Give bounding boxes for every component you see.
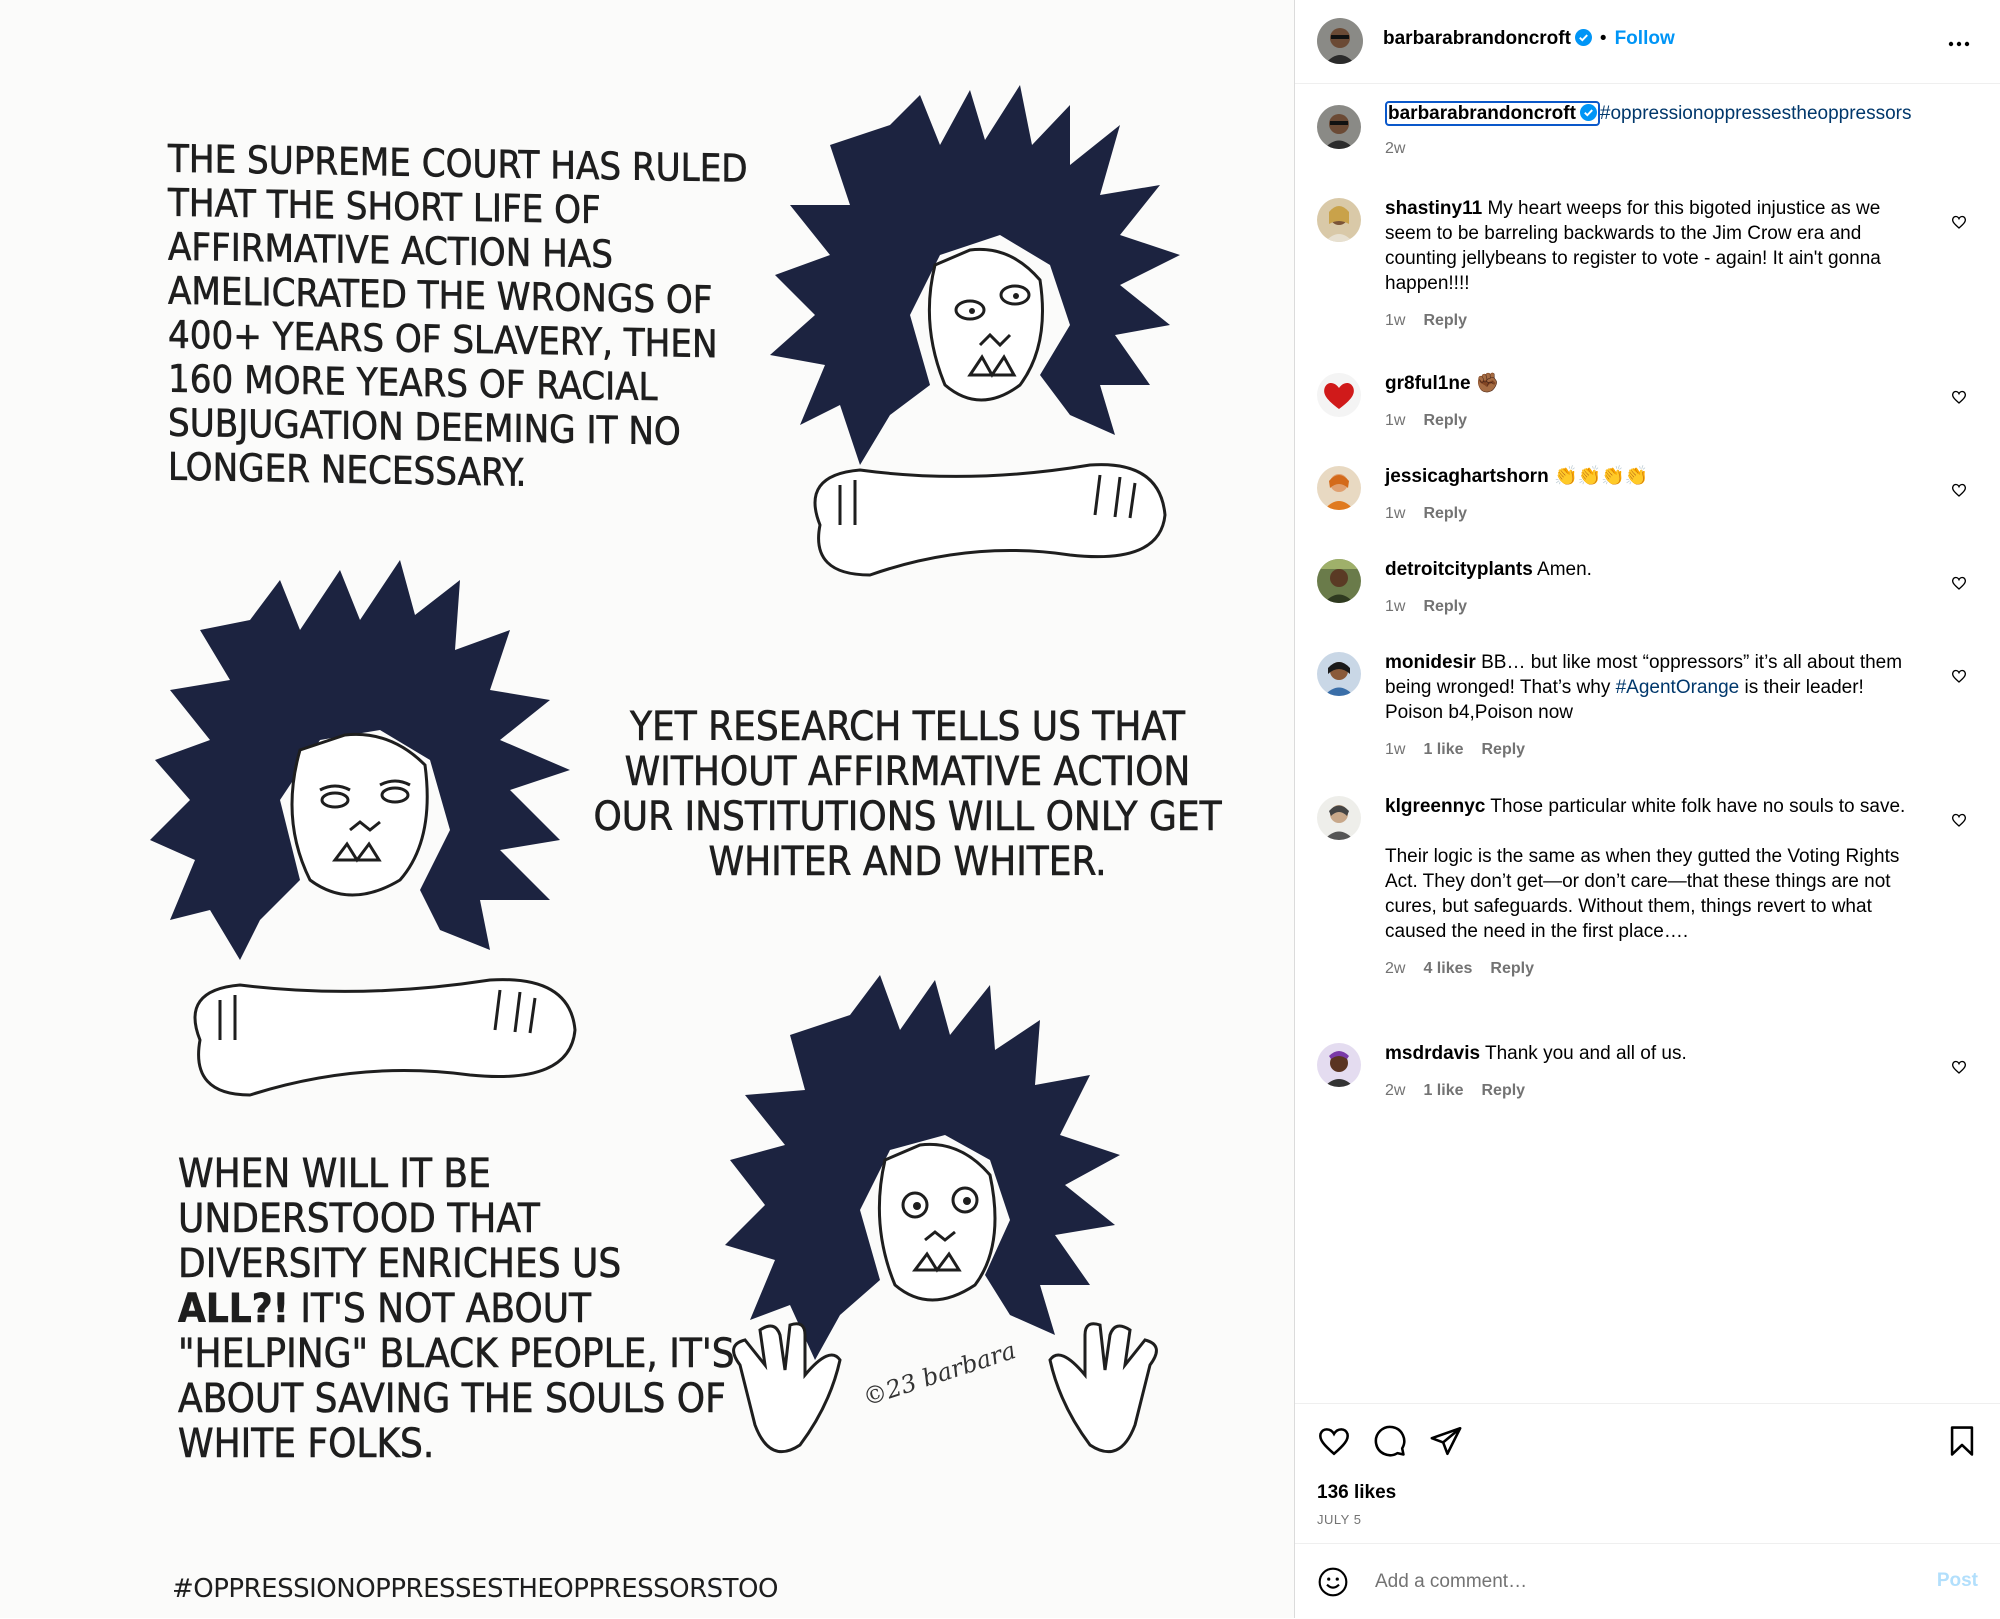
save-bookmark-icon[interactable] [1945,1424,1979,1458]
comment-hashtag-link[interactable]: #AgentOrange [1616,677,1740,698]
caption-hashtag-link[interactable]: #oppressionoppressestheoppressors [1600,103,1912,124]
commenter-avatar[interactable] [1317,198,1361,242]
comment-text: Those particular white folk have no soul… [1490,796,1906,817]
follow-button[interactable]: Follow [1615,28,1675,49]
commenter-username[interactable]: msdrdavis [1385,1043,1480,1064]
comment-text: 👏👏👏👏 [1553,466,1649,487]
like-comment-heart-icon[interactable] [1951,214,1967,230]
commenter-avatar[interactable] [1317,373,1361,417]
reply-button[interactable]: Reply [1481,1082,1525,1099]
comic-panel-1-text: The Supreme Court has ruled that the sho… [168,136,748,495]
comic-hashtag: #OPPRESSIONOPPRESSESTHEOPPRESSORSTOO [172,1574,778,1604]
cartoon-character-palms-out [720,975,1170,1495]
comment-text-paragraph: Their logic is the same as when they gut… [1385,846,1900,942]
emoji-smiley-icon[interactable] [1317,1566,1349,1598]
comment-time: 1w [1385,598,1406,615]
comic-panel-2-text: Yet research tells us that without affir… [593,704,1222,885]
more-options-icon[interactable] [1947,32,1971,56]
reply-button[interactable]: Reply [1490,960,1534,977]
comments-list[interactable]: barbarabrandoncroft #oppressionoppressest… [1295,83,2000,1403]
commenter-avatar[interactable] [1317,796,1361,840]
post-date[interactable]: JULY 5 [1317,1512,1361,1527]
comment-time: 1w [1385,412,1406,429]
cartoon-character-arms-crossed-top [770,85,1210,605]
header-user-line: barbarabrandoncroft • Follow [1383,28,1675,50]
comment-likes[interactable]: 4 likes [1423,960,1472,977]
comment-time: 2w [1385,960,1406,977]
author-username[interactable]: barbarabrandoncroft [1383,28,1571,49]
cartoon-character-arms-crossed-middle [150,560,610,1120]
like-comment-heart-icon[interactable] [1951,575,1967,591]
caption-author-avatar[interactable] [1317,105,1361,149]
comment-time: 1w [1385,741,1406,758]
separator-dot: • [1599,28,1607,49]
commenter-username[interactable]: monidesir [1385,652,1476,673]
comment-input[interactable] [1373,1564,1897,1600]
commenter-avatar[interactable] [1317,559,1361,603]
like-comment-heart-icon[interactable] [1951,668,1967,684]
verified-badge-icon [1579,104,1597,121]
like-comment-heart-icon[interactable] [1951,482,1967,498]
commenter-username[interactable]: detroitcityplants [1385,559,1533,580]
reply-button[interactable]: Reply [1481,741,1525,758]
comment-time: 1w [1385,505,1406,522]
comment-bubble-icon[interactable] [1373,1424,1407,1458]
post-action-bar: 136 likes JULY 5 [1295,1403,2000,1544]
instagram-post-view: The Supreme Court has ruled that the sho… [0,0,2000,1618]
commenter-username[interactable]: shastiny11 [1385,198,1482,219]
like-comment-heart-icon[interactable] [1951,389,1967,405]
comment-likes[interactable]: 1 like [1423,741,1463,758]
author-avatar[interactable] [1317,18,1363,64]
like-comment-heart-icon[interactable] [1951,812,1967,828]
reply-button[interactable]: Reply [1423,312,1467,329]
commenter-avatar[interactable] [1317,1043,1361,1087]
commenter-username[interactable]: klgreennyc [1385,796,1485,817]
reply-button[interactable]: Reply [1423,598,1467,615]
comment-likes[interactable]: 1 like [1423,1082,1463,1099]
comment-text: Thank you and all of us. [1484,1043,1687,1064]
post-image[interactable]: The Supreme Court has ruled that the sho… [0,0,1295,1618]
share-paper-plane-icon[interactable] [1429,1424,1463,1458]
post-sidebar: barbarabrandoncroft • Follow barbarabrando… [1295,0,2000,1618]
caption-time: 2w [1385,140,1406,157]
caption-username-focused[interactable]: barbarabrandoncroft [1385,101,1600,126]
like-heart-icon[interactable] [1317,1424,1351,1458]
comment-time: 2w [1385,1082,1406,1099]
post-header: barbarabrandoncroft • Follow [1295,0,2000,84]
comment-text: Amen. [1537,559,1592,580]
commenter-avatar[interactable] [1317,652,1361,696]
like-comment-heart-icon[interactable] [1951,1059,1967,1075]
add-comment-bar: Post [1295,1543,2000,1619]
comment-text: ✊🏾 [1475,373,1500,394]
reply-button[interactable]: Reply [1423,505,1467,522]
reply-button[interactable]: Reply [1423,412,1467,429]
comment-time: 1w [1385,312,1406,329]
commenter-username[interactable]: gr8ful1ne [1385,373,1471,394]
post-comment-button[interactable]: Post [1937,1570,1978,1592]
verified-badge-icon [1574,29,1592,46]
likes-count[interactable]: 136 likes [1317,1482,1396,1504]
commenter-avatar[interactable] [1317,466,1361,510]
commenter-username[interactable]: jessicaghartshorn [1385,466,1549,487]
comic-panel-3-text: When will it be understood that diversit… [178,1151,735,1467]
